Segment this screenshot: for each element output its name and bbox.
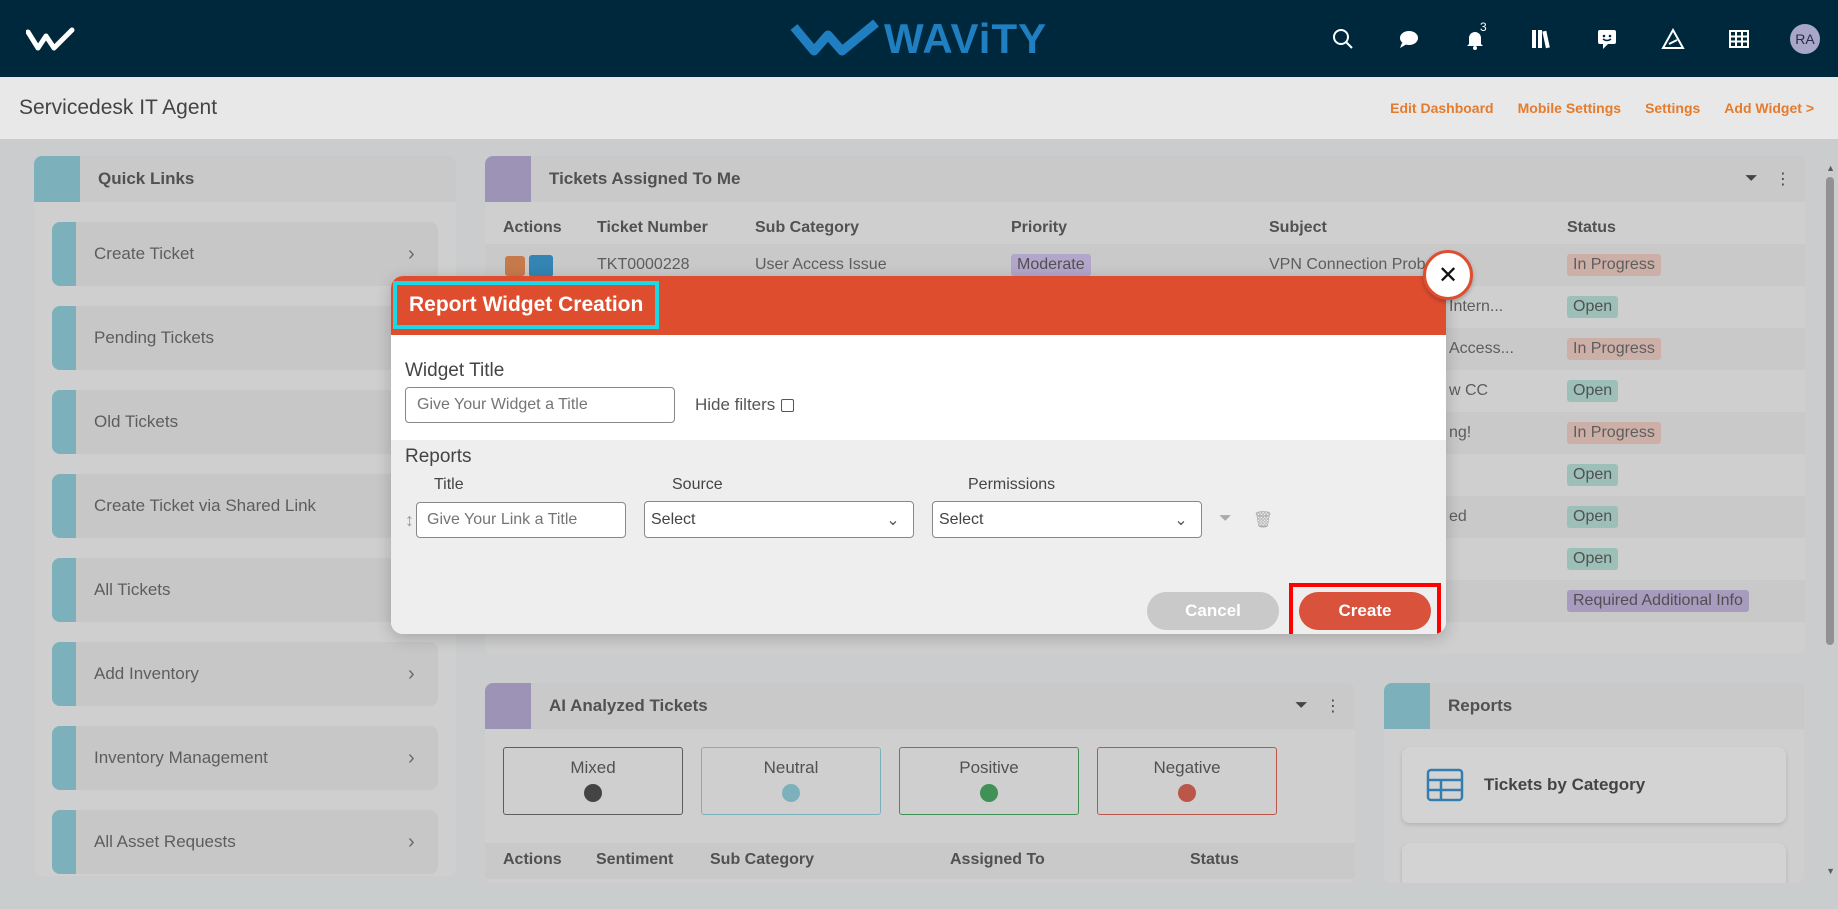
status-badge: In Progress	[1567, 422, 1661, 444]
filter-icon[interactable]: ⏷	[1219, 510, 1232, 528]
message-icon[interactable]	[1574, 0, 1640, 77]
header-links: Edit Dashboard Mobile Settings Settings …	[1390, 100, 1814, 116]
chat-icon[interactable]	[1376, 0, 1442, 77]
source-select[interactable]: Select ⌄	[644, 501, 914, 538]
quick-link-add-inventory[interactable]: Add Inventory ›	[52, 642, 438, 706]
add-widget-link[interactable]: Add Widget >	[1724, 100, 1814, 116]
chevron-right-icon: ›	[408, 242, 415, 265]
quick-link-asset-requests[interactable]: All Asset Requests ›	[52, 810, 438, 874]
page-scrollbar[interactable]	[1826, 177, 1834, 645]
report-widget-modal: Report Widget Creation Widget Title Hide…	[391, 276, 1446, 634]
table-icon	[1426, 768, 1464, 802]
user-avatar-button[interactable]: RA	[1772, 0, 1838, 77]
col-source-label: Source	[672, 476, 723, 493]
priority-badge: Moderate	[1011, 254, 1091, 276]
chevron-down-icon: ⌄	[1174, 511, 1188, 529]
chevron-right-icon: ›	[408, 662, 415, 685]
wavity-mark-icon	[790, 19, 879, 56]
reports-label: Reports	[405, 446, 472, 467]
chevron-right-icon: ›	[408, 830, 415, 853]
view-icon[interactable]	[529, 255, 553, 277]
mobile-settings-link[interactable]: Mobile Settings	[1518, 100, 1621, 116]
neutral-face-icon	[782, 784, 800, 802]
notification-count: 3	[1480, 20, 1487, 34]
more-menu-icon[interactable]: ⋮	[1325, 696, 1355, 716]
reports-widget: Reports Tickets by Category	[1384, 683, 1804, 883]
status-badge: Required Additional Info	[1567, 590, 1749, 612]
status-badge: Open	[1567, 506, 1619, 528]
quick-link-create-ticket[interactable]: Create Ticket ›	[52, 222, 438, 286]
widget-title-label: Widget Title	[405, 360, 505, 381]
library-icon[interactable]	[1508, 0, 1574, 77]
filter-icon[interactable]: ⏷	[1295, 697, 1325, 715]
edit-dashboard-link[interactable]: Edit Dashboard	[1390, 100, 1493, 116]
grid-icon[interactable]	[1706, 0, 1772, 77]
page-title: Servicedesk IT Agent	[19, 96, 218, 119]
top-bar: WAViTY 3 RA	[0, 0, 1838, 77]
drag-handle-icon[interactable]: ↕	[405, 510, 414, 531]
modal-title: Report Widget Creation	[393, 281, 660, 329]
permissions-select[interactable]: Select ⌄	[932, 501, 1202, 538]
sentiment-positive[interactable]: Positive	[899, 747, 1079, 815]
scroll-up-arrow[interactable]: ▲	[1826, 163, 1835, 173]
sad-face-icon	[1178, 784, 1196, 802]
scroll-down-arrow[interactable]: ▼	[1826, 866, 1835, 876]
status-badge: Open	[1567, 548, 1619, 570]
smile-face-icon	[980, 784, 998, 802]
col-permissions-label: Permissions	[968, 476, 1056, 493]
search-icon[interactable]	[1310, 0, 1376, 77]
sentiment-negative[interactable]: Negative	[1097, 747, 1277, 815]
warning-icon[interactable]	[1640, 0, 1706, 77]
widget-title-input[interactable]	[405, 387, 675, 423]
status-badge: In Progress	[1567, 338, 1661, 360]
more-menu-icon[interactable]: ⋮	[1775, 169, 1805, 189]
brand-name: WAViTY	[884, 15, 1048, 62]
close-icon: ✕	[1437, 261, 1459, 289]
hide-filters-checkbox[interactable]	[781, 398, 795, 412]
reports-section: Reports Title Source Permissions ↕ Selec…	[391, 440, 1446, 634]
report-card[interactable]	[1402, 843, 1786, 883]
tickets-header-row: Actions Ticket Number Sub Category Prior…	[503, 219, 1616, 236]
chevron-right-icon: ›	[408, 746, 415, 769]
close-modal-button[interactable]: ✕	[1423, 250, 1473, 300]
reports-title: Reports	[1448, 696, 1513, 715]
quick-links-title: Quick Links	[98, 169, 195, 188]
status-badge: Open	[1567, 296, 1619, 318]
tickets-title: Tickets Assigned To Me	[549, 169, 741, 188]
trash-icon[interactable]: 🗑	[1253, 510, 1273, 530]
settings-link[interactable]: Settings	[1645, 100, 1700, 116]
neutral-face-icon	[584, 784, 602, 802]
col-title-label: Title	[434, 476, 464, 493]
report-card-tickets-by-category[interactable]: Tickets by Category	[1402, 747, 1786, 823]
status-badge: Open	[1567, 464, 1619, 486]
create-button-highlight: Create	[1289, 583, 1441, 634]
create-button[interactable]: Create	[1299, 592, 1431, 630]
modal-header: Report Widget Creation	[391, 276, 1446, 335]
ai-header-row: Actions Sentiment Sub Category Assigned …	[485, 843, 1355, 879]
status-badge: In Progress	[1567, 254, 1661, 276]
status-badge: Open	[1567, 380, 1619, 402]
home-logo-icon[interactable]	[26, 26, 76, 52]
avatar: RA	[1790, 23, 1820, 54]
filter-icon[interactable]: ⏷	[1745, 170, 1775, 188]
brand-logo: WAViTY	[790, 15, 1048, 62]
chevron-down-icon: ⌄	[886, 511, 900, 529]
ai-analyzed-widget: AI Analyzed Tickets ⏷ ⋮ Mixed Neutral Posi…	[485, 683, 1355, 883]
bell-icon[interactable]: 3	[1442, 0, 1508, 77]
sentiment-neutral[interactable]: Neutral	[701, 747, 881, 815]
quick-link-old-tickets[interactable]: Old Tickets›	[52, 390, 438, 454]
quick-link-pending-tickets[interactable]: Pending Tickets›	[52, 306, 438, 370]
ai-title: AI Analyzed Tickets	[549, 696, 708, 715]
cancel-button[interactable]: Cancel	[1147, 592, 1279, 630]
quick-link-shared-link[interactable]: Create Ticket via Shared Link›	[52, 474, 438, 538]
link-title-input[interactable]	[416, 502, 626, 538]
hide-filters-toggle[interactable]: Hide filters	[695, 395, 795, 415]
sentiment-mixed[interactable]: Mixed	[503, 747, 683, 815]
quick-link-all-tickets[interactable]: All Tickets›	[52, 558, 438, 622]
quick-link-inventory-management[interactable]: Inventory Management ›	[52, 726, 438, 790]
edit-icon[interactable]	[505, 256, 525, 276]
